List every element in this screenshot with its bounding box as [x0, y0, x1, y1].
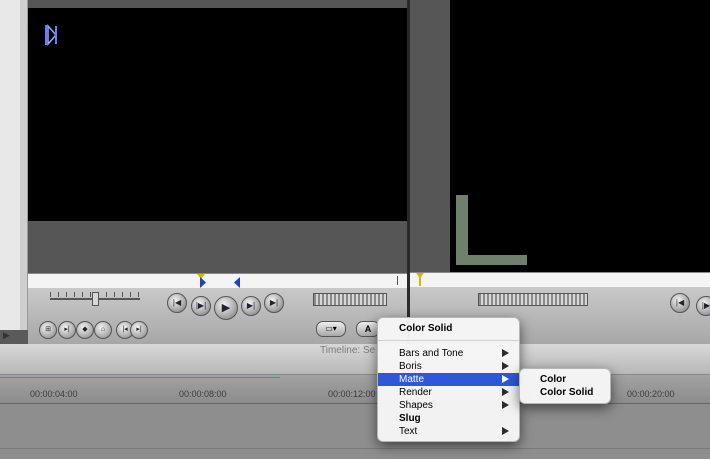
canvas-play-in-to-out-button[interactable]: |▶ — [696, 296, 710, 316]
canvas-jog-control[interactable] — [478, 293, 588, 306]
canvas-margin — [410, 0, 450, 272]
menu-item-bars-and-tone[interactable]: Bars and Tone — [378, 347, 519, 360]
menu-item-text[interactable]: Text — [378, 425, 519, 438]
viewer-scrubber-bar[interactable] — [28, 273, 407, 289]
play-button[interactable]: ▶ — [214, 296, 238, 320]
timeline-tracks[interactable] — [0, 404, 710, 459]
video-generator-button[interactable]: ▭▾ — [316, 321, 346, 337]
out-point-icon[interactable] — [234, 275, 240, 288]
play-marker-icon — [44, 24, 58, 46]
jog-control[interactable] — [313, 293, 387, 306]
track-divider — [0, 448, 710, 449]
in-point-icon[interactable] — [200, 275, 206, 288]
play-around-button[interactable]: ▶| — [241, 296, 261, 316]
mark-out-end-button[interactable]: ▸| — [130, 321, 148, 339]
viewer-overscan — [28, 221, 407, 273]
viewer-video-area — [28, 8, 407, 221]
canvas-video-area — [450, 0, 710, 272]
menu-item-slug[interactable]: Slug — [378, 412, 519, 425]
generator-menu: Color Solid Bars and Tone Boris Matte Re… — [377, 317, 520, 442]
timecode-label: 00:00:12:00 — [328, 389, 376, 399]
submenu-arrow-icon — [502, 401, 509, 409]
add-marker-button[interactable]: ⌂ — [94, 321, 112, 339]
canvas-previous-edit-button[interactable]: |◀ — [670, 293, 690, 313]
menu-item-boris[interactable]: Boris — [378, 360, 519, 373]
menu-item-shapes[interactable]: Shapes — [378, 399, 519, 412]
menu-item-render[interactable]: Render — [378, 386, 519, 399]
next-edit-button[interactable]: ▶| — [264, 293, 284, 313]
render-status-line — [0, 377, 280, 378]
canvas-scrubber-bar[interactable] — [410, 272, 710, 288]
shuttle-slider-handle[interactable] — [92, 292, 99, 306]
browser-scroll-track[interactable] — [20, 0, 27, 330]
submenu-arrow-icon — [502, 375, 509, 383]
timecode-label: 00:00:04:00 — [30, 389, 78, 399]
previous-edit-button[interactable]: |◀ — [167, 293, 187, 313]
submenu-arrow-icon — [502, 427, 509, 435]
submenu-item-color[interactable]: Color — [520, 373, 610, 386]
submenu-arrow-icon — [502, 349, 509, 357]
scrubber-end-tick — [397, 276, 398, 285]
mark-in-button[interactable]: ▸| — [58, 321, 76, 339]
mark-clip-button[interactable]: ◆ — [76, 321, 94, 339]
viewer-tab-bar — [28, 0, 407, 8]
disclosure-arrow-icon[interactable]: ▶ — [3, 330, 13, 340]
menu-separator — [378, 340, 519, 341]
menu-item-matte[interactable]: Matte — [378, 373, 519, 386]
submenu-arrow-icon — [502, 388, 509, 396]
matte-submenu: Color Color Solid — [519, 368, 611, 404]
submenu-arrow-icon — [502, 362, 509, 370]
timeline-title: Timeline: Se — [320, 345, 376, 356]
match-frame-button[interactable]: ⊞ — [39, 321, 57, 339]
timecode-label: 00:00:20:00 — [627, 389, 675, 399]
menu-item-color-solid[interactable]: Color Solid — [378, 322, 519, 335]
play-in-to-out-button[interactable]: |▶| — [191, 296, 211, 316]
submenu-item-color-solid[interactable]: Color Solid — [520, 386, 610, 399]
timecode-label: 00:00:08:00 — [179, 389, 227, 399]
canvas-playhead-icon[interactable] — [416, 273, 424, 286]
canvas-shape-horizontal — [456, 255, 527, 265]
